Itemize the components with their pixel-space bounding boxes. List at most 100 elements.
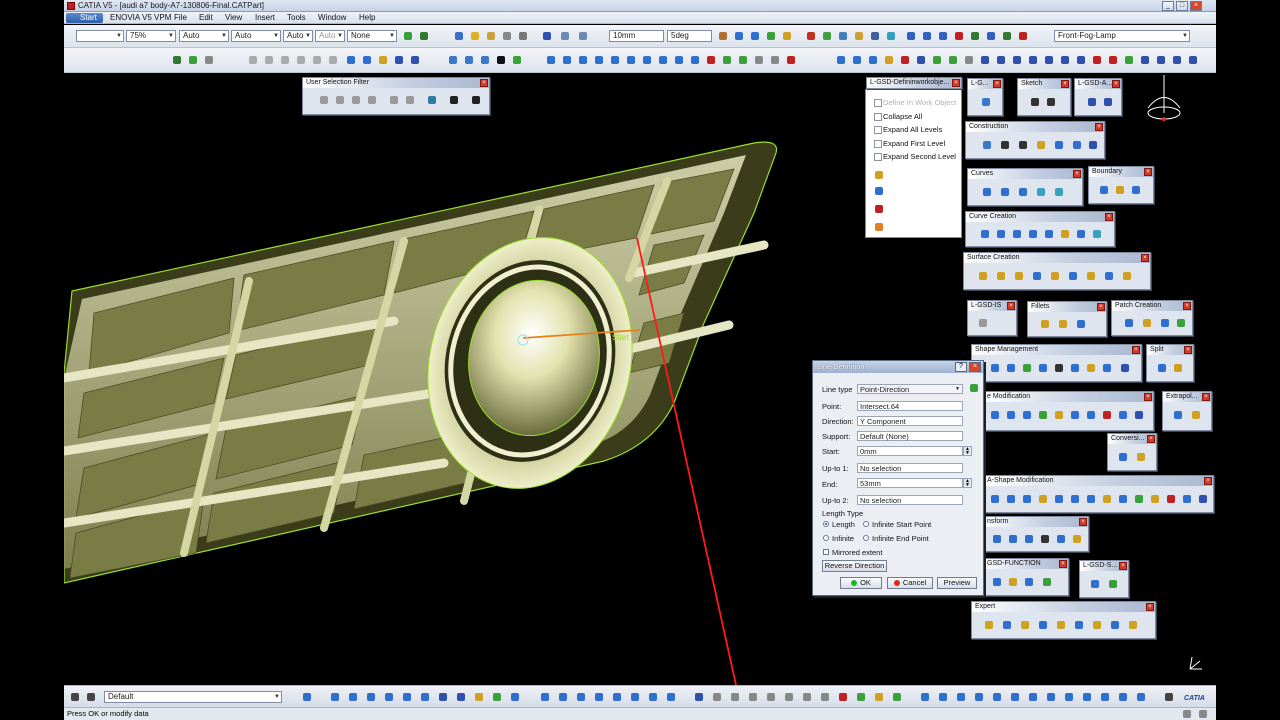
tool-tree-icon[interactable] — [720, 53, 734, 67]
ok-button[interactable]: OK — [840, 577, 882, 589]
tool-redo-icon[interactable] — [262, 53, 276, 67]
update-icon[interactable] — [452, 29, 466, 43]
patch-icon-2[interactable] — [1140, 316, 1154, 330]
upto1-field[interactable]: No selection — [857, 463, 963, 473]
a-shape-icon-6[interactable] — [1068, 492, 1082, 506]
minimize-button[interactable]: _ — [1162, 1, 1174, 11]
bottom-nav-9-icon[interactable] — [1062, 690, 1076, 704]
bottom-nav-6-icon[interactable] — [1008, 690, 1022, 704]
extrapol-toolbar[interactable]: Extrapol... × — [1162, 391, 1212, 431]
curves-toolbar[interactable]: Curves × — [967, 168, 1083, 206]
tool-zoom-icon[interactable] — [560, 53, 574, 67]
boundary-icon-3[interactable] — [1129, 183, 1143, 197]
bottom-render-7-icon[interactable] — [800, 690, 814, 704]
expert-icon-5[interactable] — [1054, 618, 1068, 632]
fly-icon[interactable] — [764, 29, 778, 43]
tool-fill-icon[interactable] — [946, 53, 960, 67]
shape-mgmt-icon-8[interactable] — [1100, 361, 1114, 375]
bottom-view-8-icon[interactable] — [664, 690, 678, 704]
sketch-icon[interactable] — [1028, 95, 1042, 109]
surface-creation-close[interactable]: × — [1141, 254, 1149, 262]
lgsd-a-close[interactable]: × — [1112, 80, 1120, 88]
support-field[interactable]: Default (None) — [857, 431, 963, 441]
tool-shading-edges-icon[interactable] — [608, 53, 622, 67]
surface-creation-icon-7[interactable] — [1084, 269, 1098, 283]
tool-compass-icon[interactable] — [736, 53, 750, 67]
line-style-combo[interactable]: ▼ — [76, 30, 124, 42]
bottom-nav-10-icon[interactable] — [1080, 690, 1094, 704]
tool-scale-icon[interactable] — [1042, 53, 1056, 67]
tool-hide-icon[interactable] — [624, 53, 638, 67]
save-icon[interactable] — [68, 690, 82, 704]
length-radio[interactable] — [823, 521, 829, 527]
surface-creation-icon-8[interactable] — [1102, 269, 1116, 283]
shape-mod-icon-2[interactable] — [1004, 408, 1018, 422]
tool-view-icon[interactable] — [656, 53, 670, 67]
boundary-icon-1[interactable] — [1097, 183, 1111, 197]
expert-icon-8[interactable] — [1108, 618, 1122, 632]
gsd-function-close[interactable]: × — [1059, 560, 1067, 568]
menu-help[interactable]: Help — [359, 13, 375, 22]
work-support-icon[interactable] — [540, 29, 554, 43]
corner-icon[interactable] — [998, 185, 1012, 199]
collapse-all-item[interactable]: Collapse All — [866, 110, 961, 124]
bottom-tool-9-icon[interactable] — [472, 690, 486, 704]
reverse-direction-button[interactable]: Reverse Direction — [822, 560, 887, 572]
tool-sweep-icon[interactable] — [478, 53, 492, 67]
construction-plane-icon[interactable] — [1034, 138, 1048, 152]
bottom-tool-10-icon[interactable] — [490, 690, 504, 704]
tool-axis-icon[interactable] — [408, 53, 422, 67]
measure-icon[interactable] — [780, 29, 794, 43]
shape-mgmt-icon-4[interactable] — [1036, 361, 1050, 375]
expert-icon-9[interactable] — [1126, 618, 1140, 632]
tool-cut-icon[interactable] — [278, 53, 292, 67]
menu-insert[interactable]: Insert — [255, 13, 275, 22]
bottom-render-3-icon[interactable] — [728, 690, 742, 704]
surface-creation-icon-2[interactable] — [994, 269, 1008, 283]
curves-close[interactable]: × — [1073, 170, 1081, 178]
tool-trim-icon[interactable] — [898, 53, 912, 67]
construction-line-icon[interactable] — [1016, 138, 1030, 152]
menu-start[interactable]: Start — [66, 13, 103, 23]
close-button[interactable]: × — [1190, 1, 1202, 11]
lgsd-define-toolbar[interactable]: L-GSD-Defininworkobje... × — [866, 77, 962, 89]
bottom-nav-11-icon[interactable] — [1098, 690, 1112, 704]
bottom-nav-12-icon[interactable] — [1116, 690, 1130, 704]
fillets-close[interactable]: × — [1097, 303, 1105, 311]
surface-creation-icon-3[interactable] — [1012, 269, 1026, 283]
tool-sketch-icon[interactable] — [376, 53, 390, 67]
boundary-icon-2[interactable] — [1113, 183, 1127, 197]
transform-toolbar[interactable]: nsform × — [983, 516, 1089, 552]
point-field[interactable]: Intersect.64 — [857, 401, 963, 411]
bottom-tool-11-icon[interactable] — [508, 690, 522, 704]
view-top-icon[interactable] — [952, 29, 966, 43]
split-icon[interactable] — [1155, 361, 1169, 375]
tool-copy-icon[interactable] — [294, 53, 308, 67]
tool-disassemble-icon[interactable] — [866, 53, 880, 67]
construction-icon-5[interactable] — [1052, 138, 1066, 152]
tool-loft-icon[interactable] — [978, 53, 992, 67]
transform-icon-5[interactable] — [1054, 532, 1068, 546]
tool-view-3-icon[interactable] — [688, 53, 702, 67]
construction-close[interactable]: × — [1095, 123, 1103, 131]
infinite-radio[interactable] — [823, 535, 829, 541]
tool-axis-to-axis-icon[interactable] — [1074, 53, 1088, 67]
menu-window[interactable]: Window — [318, 13, 346, 22]
menu-enovia[interactable]: ENOVIA V5 VPM — [110, 13, 171, 22]
surface-creation-toolbar[interactable]: Surface Creation × — [963, 252, 1151, 290]
tool-heal-icon[interactable] — [850, 53, 864, 67]
start-spinner[interactable]: ▲ ▼ — [963, 446, 972, 456]
bottom-nav-2-icon[interactable] — [936, 690, 950, 704]
lgsd-is-toolbar[interactable]: L-GSD-IS × — [967, 300, 1017, 336]
shape-mgmt-icon-5[interactable] — [1052, 361, 1066, 375]
gsd-function-toolbar[interactable]: GSD-FUNCTION × — [983, 558, 1069, 596]
cancel-button[interactable]: Cancel — [887, 577, 933, 589]
tools-tree-icon[interactable] — [872, 220, 886, 234]
lgsd-s-icon-2[interactable] — [1106, 577, 1120, 591]
auto-combo-2[interactable]: Auto ▼ — [231, 30, 281, 42]
shape-mgmt-icon-1[interactable] — [988, 361, 1002, 375]
apply-style-icon[interactable] — [300, 690, 314, 704]
curve-creation-close[interactable]: × — [1105, 213, 1113, 221]
shape-mgmt-icon-9[interactable] — [1118, 361, 1132, 375]
bottom-capture-icon[interactable] — [1162, 690, 1176, 704]
